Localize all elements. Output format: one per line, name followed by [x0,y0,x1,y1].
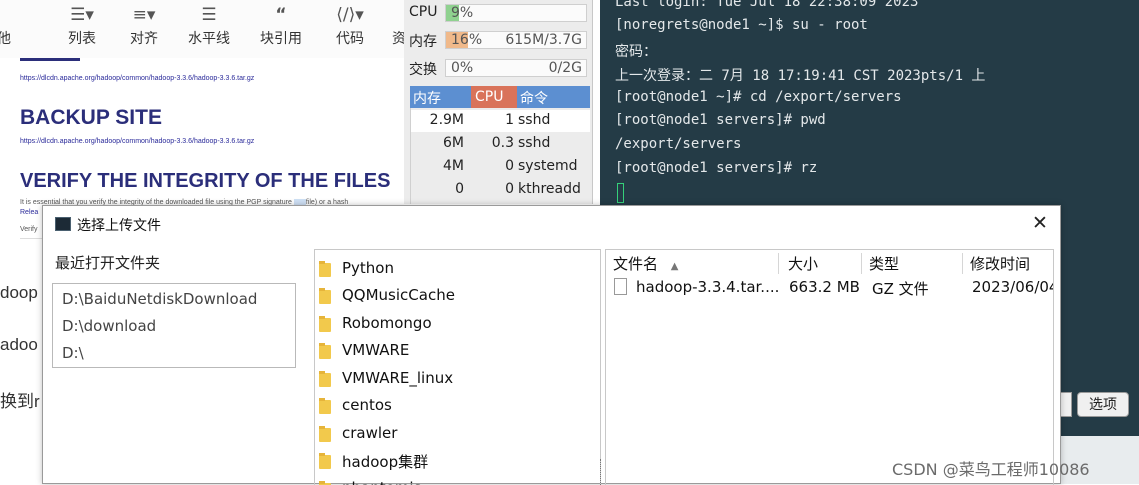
side-text-2: adoo [0,335,38,354]
process-row[interactable]: 0 0 kthreadd [410,179,590,201]
upload-file-dialog: 选择上传文件 ✕ 最近打开文件夹 D:\BaiduNetdiskDownload… [42,205,1061,485]
horizontal-rule-icon: ☰ [201,5,217,25]
backup-link[interactable]: https://dlcdn.apache.org/hadoop/common/h… [20,138,254,145]
resource-monitor: CPU 9% 内存 16% 615M/3.7G 交换 0% 0/2G 内存 CP… [404,0,593,204]
quote-icon: “ [275,5,287,25]
recent-folders-label: 最近打开文件夹 [55,254,161,272]
folder-icon [319,343,331,359]
sort-ascending-icon: ▲ [670,261,679,272]
memory-bar: 16% 615M/3.7G [445,31,587,49]
folder-icon [319,398,331,414]
file-name[interactable]: hadoop-3.3.4.tar.... [636,278,779,296]
column-file-name[interactable]: 文件名 ▲ [606,253,779,274]
column-cpu[interactable]: CPU [471,86,517,108]
file-modified: 2023/06/04 [972,278,1054,296]
cpu-bar: 9% [445,4,587,22]
release-link[interactable]: Relea [20,209,38,216]
memory-row: 内存 16% 615M/3.7G [404,29,592,51]
file-type: GZ 文件 [872,280,929,298]
recent-folder-item[interactable]: D:\ [62,344,84,362]
folder-icon [319,261,331,277]
backup-heading: BACKUP SITE [20,106,162,129]
cpu-row: CPU 9% [404,2,592,24]
column-command[interactable]: 命令 [520,88,548,108]
side-text-1: doop [0,283,38,302]
verify-heading: VERIFY THE INTEGRITY OF THE FILES [20,170,391,192]
watermark: CSDN @菜鸟工程师10086 [892,460,1090,479]
recent-folder-item[interactable]: D:\download [62,317,156,335]
terminal-line: /export/servers [615,136,742,152]
terminal-line: [root@node1 servers]# rz [615,160,818,176]
toolbar-item-blockquote[interactable]: “ 块引用 [256,2,306,54]
ordered-list-icon: ​ [0,2,14,28]
side-text-3: 换到r [0,392,40,411]
folder-icon [319,453,331,469]
column-modified[interactable]: 修改时间 [963,253,1053,274]
process-row[interactable]: 2.9M 1 sshd [410,110,590,132]
swap-bar: 0% 0/2G [445,59,587,77]
code-icon: ⟨/⟩▾ [336,5,364,25]
file-list: 文件名 ▲ 大小 类型 修改时间 hadoop-3.3.4.tar.... 66… [605,249,1054,485]
folder-icon [319,426,331,442]
folder-icon [319,316,331,332]
scrollbar[interactable] [600,459,604,485]
column-type[interactable]: 类型 [862,253,963,274]
toolbar-item-list[interactable]: ☰▾ 列表 [60,2,104,54]
terminal-line: Last login: Tue Jul 18 22:38:09 2023 [615,0,919,10]
terminal-line: 密码： [615,44,657,60]
toolbar-item-code[interactable]: ⟨/⟩▾ 代码 [330,2,370,54]
folder-icon [319,288,331,304]
toolbar-item-align[interactable]: ≡▾ 对齐 [122,2,166,54]
verify-short: Verify [20,226,38,233]
terminal-line: 上一次登录：二 7月 18 17:19:41 CST 2023pts/1 上 [615,68,986,84]
recent-folder-item[interactable]: D:\BaiduNetdiskDownload [62,290,257,308]
terminal-line: [noregrets@node1 ~]$ su - root [615,17,868,33]
table-border [410,108,411,204]
column-size[interactable]: 大小 [781,253,862,274]
terminal-cursor [617,183,624,203]
file-size: 663.2 MB [789,278,860,296]
toolbar-item-other[interactable]: ​ 他 [0,2,14,54]
process-row[interactable]: 4M 0 systemd [410,156,590,178]
download-link[interactable]: https://dlcdn.apache.org/hadoop/common/h… [20,75,254,82]
app-icon [55,217,71,231]
column-memory[interactable]: 内存 [413,88,441,108]
close-icon[interactable]: ✕ [1029,212,1051,234]
cut-heading [20,58,80,67]
process-row[interactable]: 6M 0.3 sshd [410,133,590,155]
toolbar-item-horizontal-rule[interactable]: ☰ 水平线 [184,2,234,54]
process-table-header: 内存 CPU 命令 [410,86,590,108]
options-button[interactable]: 选项 [1077,392,1129,417]
editor-toolbar: ​ 他 ☰▾ 列表 ≡▾ 对齐 ☰ 水平线 “ 块引用 ⟨/⟩▾ 代码 ​ 资 [0,0,406,58]
align-icon: ≡▾ [132,5,156,25]
terminal-line: [root@node1 servers]# pwd [615,112,826,128]
terminal-line: [root@node1 ~]# cd /export/servers [615,89,902,105]
file-icon [614,278,627,295]
dialog-title: 选择上传文件 [77,218,161,234]
unordered-list-icon: ☰▾ [70,5,94,25]
swap-row: 交换 0% 0/2G [404,57,592,79]
recent-folders-list: D:\BaiduNetdiskDownload D:\download D:\ [52,283,296,368]
folder-tree: Python QQMusicCache Robomongo VMWARE VMW… [314,249,601,485]
folder-icon [319,371,331,387]
